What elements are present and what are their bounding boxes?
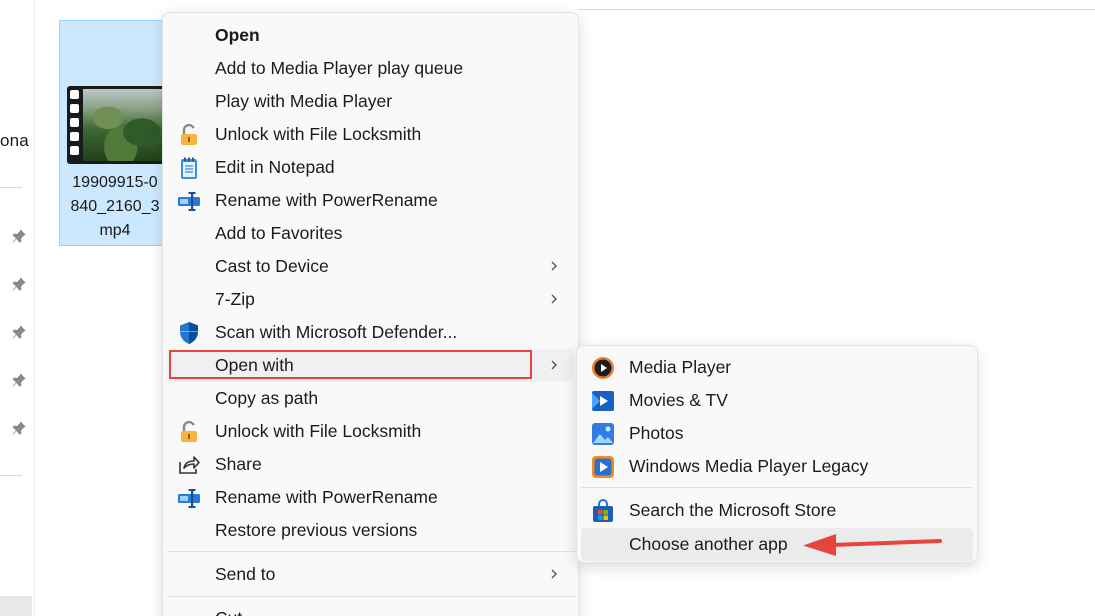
screen: ona 19909915-0 840_2160_3 mp4 Open Add t… bbox=[0, 0, 1095, 616]
menu-item-cast-to-device[interactable]: Cast to Device bbox=[167, 250, 573, 283]
submenu-item-movies-tv[interactable]: Movies & TV bbox=[581, 384, 973, 417]
menu-item-label: Share bbox=[215, 454, 262, 474]
powerrename-icon bbox=[178, 489, 200, 508]
submenu-item-label: Movies & TV bbox=[629, 390, 728, 410]
menu-item-label: Unlock with File Locksmith bbox=[215, 124, 422, 144]
nav-divider bbox=[0, 187, 22, 188]
submenu-item-label: Search the Microsoft Store bbox=[629, 500, 837, 520]
menu-item-label: Play with Media Player bbox=[215, 91, 393, 111]
submenu-item-photos[interactable]: Photos bbox=[581, 417, 973, 450]
notepad-icon bbox=[181, 157, 197, 179]
submenu-item-search-store[interactable]: Search the Microsoft Store bbox=[581, 494, 973, 527]
submenu-item-label: Media Player bbox=[629, 357, 732, 377]
menu-item-label: Add to Favorites bbox=[215, 223, 343, 243]
defender-shield-icon bbox=[180, 322, 198, 344]
menu-item-label: Cast to Device bbox=[215, 256, 329, 276]
movies-tv-icon bbox=[592, 391, 614, 411]
menu-item-copy-as-path[interactable]: Copy as path bbox=[167, 382, 573, 415]
video-thumbnail bbox=[67, 86, 167, 164]
menu-item-edit-in-notepad[interactable]: Edit in Notepad bbox=[167, 151, 573, 184]
menu-separator bbox=[167, 596, 575, 597]
nav-scrollbar[interactable] bbox=[0, 596, 32, 616]
file-name-line: mp4 bbox=[99, 222, 131, 239]
chevron-right-icon bbox=[551, 261, 557, 271]
menu-item-add-to-favorites[interactable]: Add to Favorites bbox=[167, 217, 573, 250]
context-menu: Open Add to Media Player play queue Play… bbox=[162, 12, 579, 616]
menu-item-label: Scan with Microsoft Defender... bbox=[215, 322, 458, 342]
menu-item-label: Cut bbox=[215, 608, 242, 616]
powerrename-icon bbox=[178, 192, 200, 211]
pane-divider bbox=[34, 0, 35, 616]
menu-item-label: Rename with PowerRename bbox=[215, 190, 438, 210]
chevron-right-icon bbox=[551, 569, 557, 579]
padlock-icon bbox=[181, 420, 197, 442]
menu-item-rename-powerrename-2[interactable]: Rename with PowerRename bbox=[167, 481, 573, 514]
pin-icon[interactable] bbox=[11, 276, 27, 292]
submenu-item-label: Choose another app bbox=[629, 534, 788, 554]
selected-file-tile[interactable]: 19909915-0 840_2160_3 mp4 bbox=[59, 20, 169, 246]
annotation-arrow-icon bbox=[803, 534, 942, 556]
menu-item-label: Edit in Notepad bbox=[215, 157, 335, 177]
thumbnail-image bbox=[83, 89, 167, 161]
file-name-line: 19909915-0 bbox=[72, 174, 158, 191]
submenu-item-media-player[interactable]: Media Player bbox=[581, 351, 973, 384]
menu-item-play-with-media-player[interactable]: Play with Media Player bbox=[167, 85, 573, 118]
chevron-right-icon bbox=[551, 360, 557, 370]
chevron-right-icon bbox=[551, 294, 557, 304]
menu-item-label: Rename with PowerRename bbox=[215, 487, 438, 507]
header-divider bbox=[578, 9, 1095, 10]
menu-item-send-to[interactable]: Send to bbox=[167, 558, 573, 591]
menu-item-label: Open bbox=[215, 25, 260, 45]
nav-divider bbox=[0, 475, 22, 476]
pin-icon[interactable] bbox=[11, 372, 27, 388]
microsoft-store-icon bbox=[593, 499, 613, 522]
submenu-item-wmp-legacy[interactable]: Windows Media Player Legacy bbox=[581, 450, 973, 483]
photos-icon bbox=[592, 423, 614, 445]
menu-item-label: 7-Zip bbox=[215, 289, 255, 309]
share-icon bbox=[179, 456, 200, 474]
pin-icon[interactable] bbox=[11, 420, 27, 436]
menu-item-7zip[interactable]: 7-Zip bbox=[167, 283, 573, 316]
menu-item-cut[interactable]: Cut bbox=[167, 602, 573, 616]
film-strip-icon bbox=[70, 90, 80, 160]
pin-icon[interactable] bbox=[11, 228, 27, 244]
menu-item-label: Add to Media Player play queue bbox=[215, 58, 464, 78]
navigation-pane: ona bbox=[0, 0, 34, 616]
submenu-separator bbox=[581, 487, 973, 488]
menu-item-label: Copy as path bbox=[215, 388, 319, 408]
menu-item-add-to-play-queue[interactable]: Add to Media Player play queue bbox=[167, 52, 573, 85]
pin-icon[interactable] bbox=[11, 324, 27, 340]
file-name: 19909915-0 840_2160_3 mp4 bbox=[60, 171, 170, 243]
menu-item-label: Unlock with File Locksmith bbox=[215, 421, 422, 441]
submenu-item-label: Windows Media Player Legacy bbox=[629, 456, 869, 476]
menu-item-label: Send to bbox=[215, 564, 276, 584]
menu-item-open[interactable]: Open bbox=[167, 19, 573, 52]
file-name-line: 840_2160_3 bbox=[70, 198, 160, 215]
annotation-highlight-box bbox=[169, 350, 532, 379]
submenu-item-label: Photos bbox=[629, 423, 684, 443]
menu-separator bbox=[167, 551, 575, 552]
menu-item-unlock-file-locksmith-2[interactable]: Unlock with File Locksmith bbox=[167, 415, 573, 448]
menu-item-rename-powerrename[interactable]: Rename with PowerRename bbox=[167, 184, 573, 217]
nav-item-label[interactable]: ona bbox=[0, 131, 29, 151]
wmp-legacy-icon bbox=[592, 456, 614, 478]
menu-item-unlock-file-locksmith[interactable]: Unlock with File Locksmith bbox=[167, 118, 573, 151]
menu-item-scan-defender[interactable]: Scan with Microsoft Defender... bbox=[167, 316, 573, 349]
menu-item-restore-previous-versions[interactable]: Restore previous versions bbox=[167, 514, 573, 547]
menu-item-label: Restore previous versions bbox=[215, 520, 418, 540]
padlock-icon bbox=[181, 123, 197, 145]
menu-item-share[interactable]: Share bbox=[167, 448, 573, 481]
media-player-icon bbox=[592, 357, 614, 379]
